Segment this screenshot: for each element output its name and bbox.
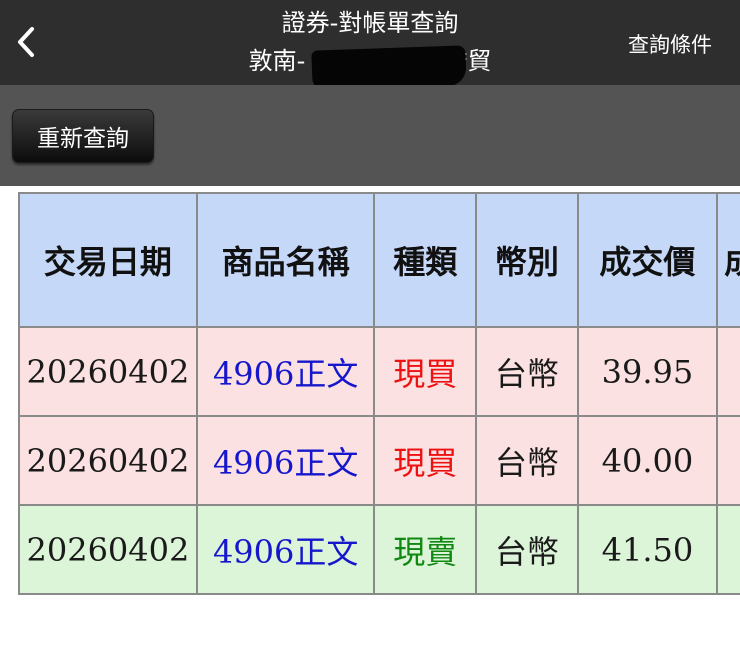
cell-currency: 台幣 (475, 415, 579, 506)
chevron-left-icon (18, 27, 34, 57)
query-conditions-button[interactable]: 查詢條件 (628, 30, 712, 60)
top-navbar: 證券-對帳單查詢 敦南- *貿 查詢條件 (0, 0, 740, 91)
cell-currency: 台幣 (475, 326, 579, 417)
cell-partial (716, 326, 740, 417)
statement-content: 交易日期 商品名稱 種類 幣別 成交價 成 20260402 4906正文 現買… (0, 186, 740, 660)
cell-trade-date: 20260402 (18, 504, 198, 595)
table-row[interactable]: 20260402 4906正文 現賣 台幣 41.50 (18, 504, 740, 595)
cell-trade-date: 20260402 (18, 326, 198, 417)
cell-partial (716, 415, 740, 506)
cell-type: 現買 (373, 326, 478, 417)
back-button[interactable] (8, 22, 44, 62)
table-row[interactable]: 20260402 4906正文 現買 台幣 39.95 (18, 326, 740, 417)
cell-product-name: 4906正文 (195, 326, 376, 417)
cell-type: 現賣 (373, 504, 478, 595)
header-type: 種類 (373, 192, 478, 328)
statement-table-wrapper: 交易日期 商品名稱 種類 幣別 成交價 成 20260402 4906正文 現買… (18, 192, 740, 595)
cell-product-name: 4906正文 (195, 504, 376, 595)
cell-price: 41.50 (576, 504, 719, 595)
table-header-row: 交易日期 商品名稱 種類 幣別 成交價 成 (18, 192, 740, 328)
header-price: 成交價 (576, 192, 719, 328)
account-branch: 敦南- (248, 47, 306, 75)
cell-price: 40.00 (576, 415, 719, 506)
header-partial-column: 成 (716, 192, 740, 328)
header-product-name: 商品名稱 (195, 192, 376, 328)
cell-currency: 台幣 (475, 504, 579, 595)
header-trade-date: 交易日期 (18, 192, 198, 328)
cell-trade-date: 20260402 (18, 415, 198, 506)
toolbar: 重新查詢 (0, 85, 740, 186)
cell-product-name: 4906正文 (195, 415, 376, 506)
page-title: 證券-對帳單查詢 (281, 9, 459, 37)
cell-price: 39.95 (576, 326, 719, 417)
header-currency: 幣別 (475, 192, 579, 328)
table-row[interactable]: 20260402 4906正文 現買 台幣 40.00 (18, 415, 740, 506)
requery-button[interactable]: 重新查詢 (12, 109, 154, 163)
app-screen: 證券-對帳單查詢 敦南- *貿 查詢條件 重新查詢 交易日期 商品名稱 種類 幣… (0, 0, 740, 660)
cell-partial (716, 504, 740, 595)
redaction-block (311, 45, 467, 91)
cell-type: 現買 (373, 415, 478, 506)
statement-table: 交易日期 商品名稱 種類 幣別 成交價 成 20260402 4906正文 現買… (18, 192, 740, 595)
